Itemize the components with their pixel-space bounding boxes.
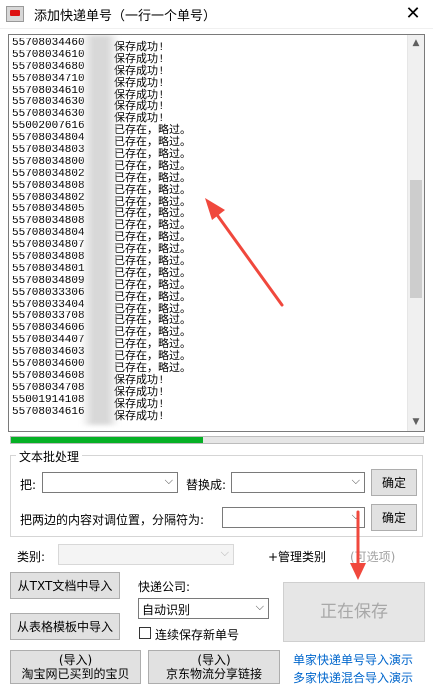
log-line: 55708034610 保存成功! [12, 50, 406, 66]
chevron-down-icon: ⌵ [255, 600, 264, 613]
courier-selected: 自动识别 [142, 603, 191, 617]
chevron-down-icon: ⌵ [351, 474, 360, 487]
log-line: 55708034805 已存在，略过。 [12, 204, 406, 220]
import-template-button[interactable]: 从表格模板中导入 [10, 613, 120, 640]
log-line: 55708034680 保存成功! [12, 62, 406, 78]
import-taobao-line1: (导入) [58, 653, 93, 667]
multi-courier-demo-link[interactable]: 多家快递混合导入演示 [293, 669, 413, 686]
replace-to-combo[interactable]: ⌵ [231, 472, 365, 493]
import-jd-line2: 京东物流分享链接 [165, 667, 262, 681]
replace-from-label: 把: [20, 478, 37, 492]
log-scrollbar[interactable]: ▲ ▼ [407, 35, 424, 431]
log-line: 55708034800 已存在，略过。 [12, 157, 406, 173]
single-courier-demo-link[interactable]: 单家快递单号导入演示 [293, 651, 413, 668]
log-line: 55708034616 保存成功! [12, 407, 406, 423]
log-line: 55708034710 保存成功! [12, 74, 406, 90]
save-button[interactable]: 正在保存 [283, 582, 425, 642]
import-txt-label: 从TXT文档中导入 [17, 578, 113, 593]
save-progress-bar [10, 436, 424, 444]
replace-from-combo[interactable]: ⌵ [42, 472, 178, 493]
privacy-blur-overlay [81, 35, 119, 425]
optional-hint: (可选项) [350, 550, 396, 564]
log-line: 55708034630 保存成功! [12, 97, 406, 113]
category-label: 类别: [17, 550, 46, 564]
log-line: 55708033404 已存在，略过。 [12, 300, 406, 316]
log-line: 55708034802 已存在，略过。 [12, 169, 406, 185]
result-log-lines: 55708034460 保存成功! 55708034610 保存成功! 55708034… [12, 38, 406, 423]
log-line: 55708034708 保存成功! [12, 383, 406, 399]
log-line: 55708034803 已存在，略过。 [12, 145, 406, 161]
log-line: 55708034407 已存在，略过。 [12, 335, 406, 351]
confirm-swap-label: 确定 [381, 510, 406, 525]
import-jd-button[interactable]: (导入) 京东物流分享链接 [148, 650, 280, 684]
app-icon [6, 6, 24, 22]
confirm-swap-button[interactable]: 确定 [371, 504, 417, 531]
log-line: 55708033306 已存在，略过。 [12, 288, 406, 304]
replace-to-label: 替换成: [186, 478, 227, 492]
window-title: 添加快递单号（一行一个单号） [34, 8, 217, 24]
save-button-label: 正在保存 [320, 602, 388, 622]
chevron-down-icon: ⌵ [351, 509, 360, 522]
log-line: 55708034630 保存成功! [12, 109, 406, 125]
chevron-down-icon: ⌵ [164, 474, 173, 487]
log-line: 55002007616 已存在，略过。 [12, 121, 406, 137]
log-line: 55708034808 已存在，略过。 [12, 181, 406, 197]
progress-fill [11, 437, 203, 443]
import-taobao-button[interactable]: (导入) 淘宝网已买到的宝贝 [10, 650, 141, 684]
log-line: 55001914108 保存成功! [12, 395, 406, 411]
log-line: 55708034807 已存在，略过。 [12, 240, 406, 256]
log-line: 55708034603 已存在，略过。 [12, 347, 406, 363]
import-txt-button[interactable]: 从TXT文档中导入 [10, 572, 120, 599]
log-line: 55708034802 已存在，略过。 [12, 193, 406, 209]
confirm-replace-button[interactable]: 确定 [371, 469, 417, 496]
separator-combo[interactable]: ⌵ [222, 507, 365, 528]
log-line: 55708034804 已存在，略过。 [12, 228, 406, 244]
close-icon[interactable]: ✕ [403, 4, 423, 24]
import-jd-line1: (导入) [197, 653, 231, 667]
continuous-save-label: 连续保存新单号 [155, 628, 240, 642]
import-taobao-line2: 淘宝网已买到的宝贝 [21, 667, 130, 681]
log-line: 55708034606 已存在，略过。 [12, 323, 406, 339]
courier-combo[interactable]: 自动识别 ⌵ [138, 598, 269, 619]
swap-label: 把两边的内容对调位置，分隔符为: [20, 513, 205, 527]
log-line: 55708034804 已存在，略过。 [12, 133, 406, 149]
import-template-label: 从表格模板中导入 [16, 619, 113, 634]
log-line: 55708034809 已存在，略过。 [12, 276, 406, 292]
log-line: 55708034608 保存成功! [12, 371, 406, 387]
scroll-down-icon[interactable]: ▼ [408, 414, 424, 431]
title-bar: 添加快递单号（一行一个单号） ✕ [0, 0, 433, 29]
category-combo[interactable]: ⌵ [58, 544, 234, 565]
chevron-down-icon: ⌵ [220, 546, 229, 559]
log-line: 55708034808 已存在，略过。 [12, 216, 406, 232]
log-line: 55708034610 保存成功! [12, 86, 406, 102]
scroll-up-icon[interactable]: ▲ [408, 35, 424, 52]
log-line: 55708034600 已存在，略过。 [12, 359, 406, 375]
log-line: 55708034460 保存成功! [12, 38, 406, 54]
courier-label: 快递公司: [138, 580, 191, 594]
log-line: 55708034808 已存在，略过。 [12, 252, 406, 268]
confirm-replace-label: 确定 [381, 475, 406, 490]
save-status: 保存成功! [114, 410, 165, 423]
continuous-save-checkbox[interactable] [139, 627, 151, 639]
result-log-textarea[interactable]: 55708034460 保存成功! 55708034610 保存成功! 55708034… [8, 34, 425, 432]
batch-group-title: 文本批处理 [16, 448, 83, 465]
scroll-thumb[interactable] [410, 180, 422, 298]
manage-category-link[interactable]: +管理类别 [268, 548, 326, 565]
log-line: 55708033708 已存在，略过。 [12, 311, 406, 327]
log-line: 55708034801 已存在，略过。 [12, 264, 406, 280]
